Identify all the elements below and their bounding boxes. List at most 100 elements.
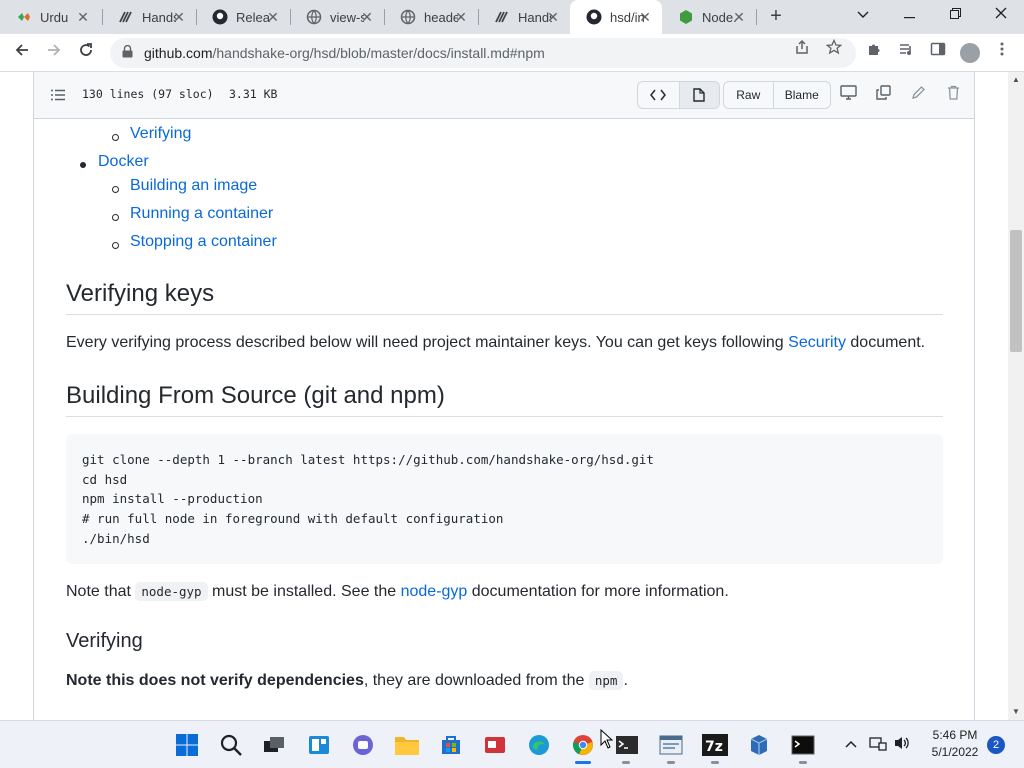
tab-view-source[interactable]: view-source ✕ [290,0,384,34]
code-line: npm install --production [82,491,263,507]
address-bar[interactable]: github.com/handshake-org/hsd/blob/master… [110,38,856,68]
system-clock[interactable]: 5:46 PM 5/1/2022 [920,727,990,761]
tab-separator [756,9,757,25]
close-icon[interactable]: ✕ [546,10,560,24]
verifying-keys-paragraph: Every verifying process described below … [66,334,925,352]
code-view-button[interactable] [638,82,679,108]
media-control-icon[interactable] [894,41,918,65]
tab-search-button[interactable] [840,0,886,30]
volume-icon[interactable] [892,735,912,754]
profile-avatar[interactable] [958,41,982,65]
tab-handshake-2[interactable]: Handshake ✕ [478,0,570,34]
page-scrollbar[interactable]: ▲ ▼ [1008,72,1024,720]
page-viewport: 130 lines (97 sloc) 3.31 KB Raw Blame Ve… [0,72,1008,720]
open-app-indicator [667,761,675,764]
restore-button[interactable] [932,0,978,30]
paragraph-text: document. [845,334,926,351]
scroll-up-arrow-icon[interactable]: ▲ [1008,72,1024,88]
markdown-body: Verifying Docker Building an image Runni… [34,120,974,720]
edge-browser-icon[interactable] [523,729,555,761]
search-icon[interactable] [215,729,247,761]
active-app-indicator [575,761,591,764]
raw-blame-group: Raw Blame [723,81,831,109]
tab-hsd-install[interactable]: hsd/install ✕ [570,0,662,34]
raw-button[interactable]: Raw [724,82,773,108]
close-icon[interactable]: ✕ [172,10,186,24]
window-app-icon[interactable] [655,729,687,761]
bookmark-star-icon[interactable] [822,38,846,63]
news-app-icon[interactable] [479,729,511,761]
forward-button[interactable] [40,39,68,67]
7zip-icon[interactable]: 7z [699,729,731,761]
lock-icon[interactable] [122,44,136,61]
toc-link-docker[interactable]: Docker [98,153,149,171]
toc-bullet [112,214,119,221]
browser-menu-icon[interactable] [990,41,1014,65]
widgets-icon[interactable] [303,729,335,761]
close-icon[interactable]: ✕ [360,10,374,24]
terminal-icon[interactable] [611,729,643,761]
extensions-puzzle-icon[interactable] [862,41,886,65]
reload-button[interactable] [72,39,100,67]
paragraph-text: Note that [66,583,136,600]
toc-link-running-container[interactable]: Running a container [130,205,273,223]
paragraph-text: Every verifying process described below … [66,334,789,351]
close-icon[interactable]: ✕ [454,10,468,24]
tab-releases[interactable]: Releases ✕ [196,0,290,34]
tab-nodejs[interactable]: Node.js ✕ [662,0,756,34]
tab-handshake[interactable]: Handshake ✕ [102,0,196,34]
file-explorer-icon[interactable] [391,729,423,761]
tab-urdu[interactable]: Urdu ✕ [0,0,100,34]
teams-chat-icon[interactable] [347,729,379,761]
chrome-browser-icon[interactable] [567,729,599,761]
close-icon[interactable]: ✕ [76,10,90,24]
toc-bullet [112,186,119,193]
scroll-down-arrow-icon[interactable]: ▼ [1008,704,1024,720]
outline-list-icon[interactable] [50,87,66,103]
svg-text:7z: 7z [705,739,723,755]
desktop-icon[interactable] [838,85,858,105]
security-link[interactable]: Security [788,334,846,351]
tab-headers[interactable]: headers ✕ [384,0,478,34]
heading-divider [66,314,943,315]
task-view-icon[interactable] [258,729,290,761]
code-line: ./bin/hsd [82,530,150,546]
close-icon[interactable]: ✕ [266,10,280,24]
heading-verifying: Verifying [66,630,143,652]
scrollbar-thumb[interactable] [1010,230,1022,352]
share-icon[interactable] [790,39,814,63]
tab-title: Releases [236,9,270,25]
edit-pencil-icon[interactable] [908,85,928,105]
toc-link-verifying[interactable]: Verifying [130,125,191,143]
code-block[interactable]: git clone --depth 1 --branch latest http… [66,434,943,564]
trash-icon[interactable] [943,85,963,105]
preview-view-button[interactable] [678,82,719,108]
toc-bullet [112,242,119,249]
verify-note-paragraph: Note this does not verify dependencies, … [66,671,628,690]
virtualbox-icon[interactable] [743,729,775,761]
command-prompt-icon[interactable] [787,729,819,761]
toc-link-building-image[interactable]: Building an image [130,177,257,195]
close-window-button[interactable] [978,0,1024,30]
network-icon[interactable] [868,735,888,754]
microsoft-store-icon[interactable] [435,729,467,761]
handshake-favicon-icon [494,9,510,25]
close-icon[interactable]: ✕ [638,10,652,24]
github-favicon-icon [212,9,228,25]
new-tab-button[interactable]: + [764,5,788,29]
back-button[interactable] [8,39,36,67]
file-header: 130 lines (97 sloc) 3.31 KB Raw Blame [34,72,974,119]
close-icon[interactable]: ✕ [732,10,746,24]
code-icon [650,89,667,101]
tray-overflow-chevron-icon[interactable] [841,735,861,751]
blame-button[interactable]: Blame [772,82,830,108]
url-text[interactable]: github.com/handshake-org/hsd/blob/master… [144,45,545,61]
minimize-button[interactable] [886,0,932,30]
paragraph-text: must be installed. See the [207,583,401,600]
notification-badge[interactable]: 2 [987,736,1005,754]
side-panel-icon[interactable] [926,41,950,65]
node-gyp-link[interactable]: node-gyp [401,583,468,600]
start-button[interactable] [171,729,203,761]
toc-link-stopping-container[interactable]: Stopping a container [130,233,277,251]
copy-icon[interactable] [873,85,893,105]
